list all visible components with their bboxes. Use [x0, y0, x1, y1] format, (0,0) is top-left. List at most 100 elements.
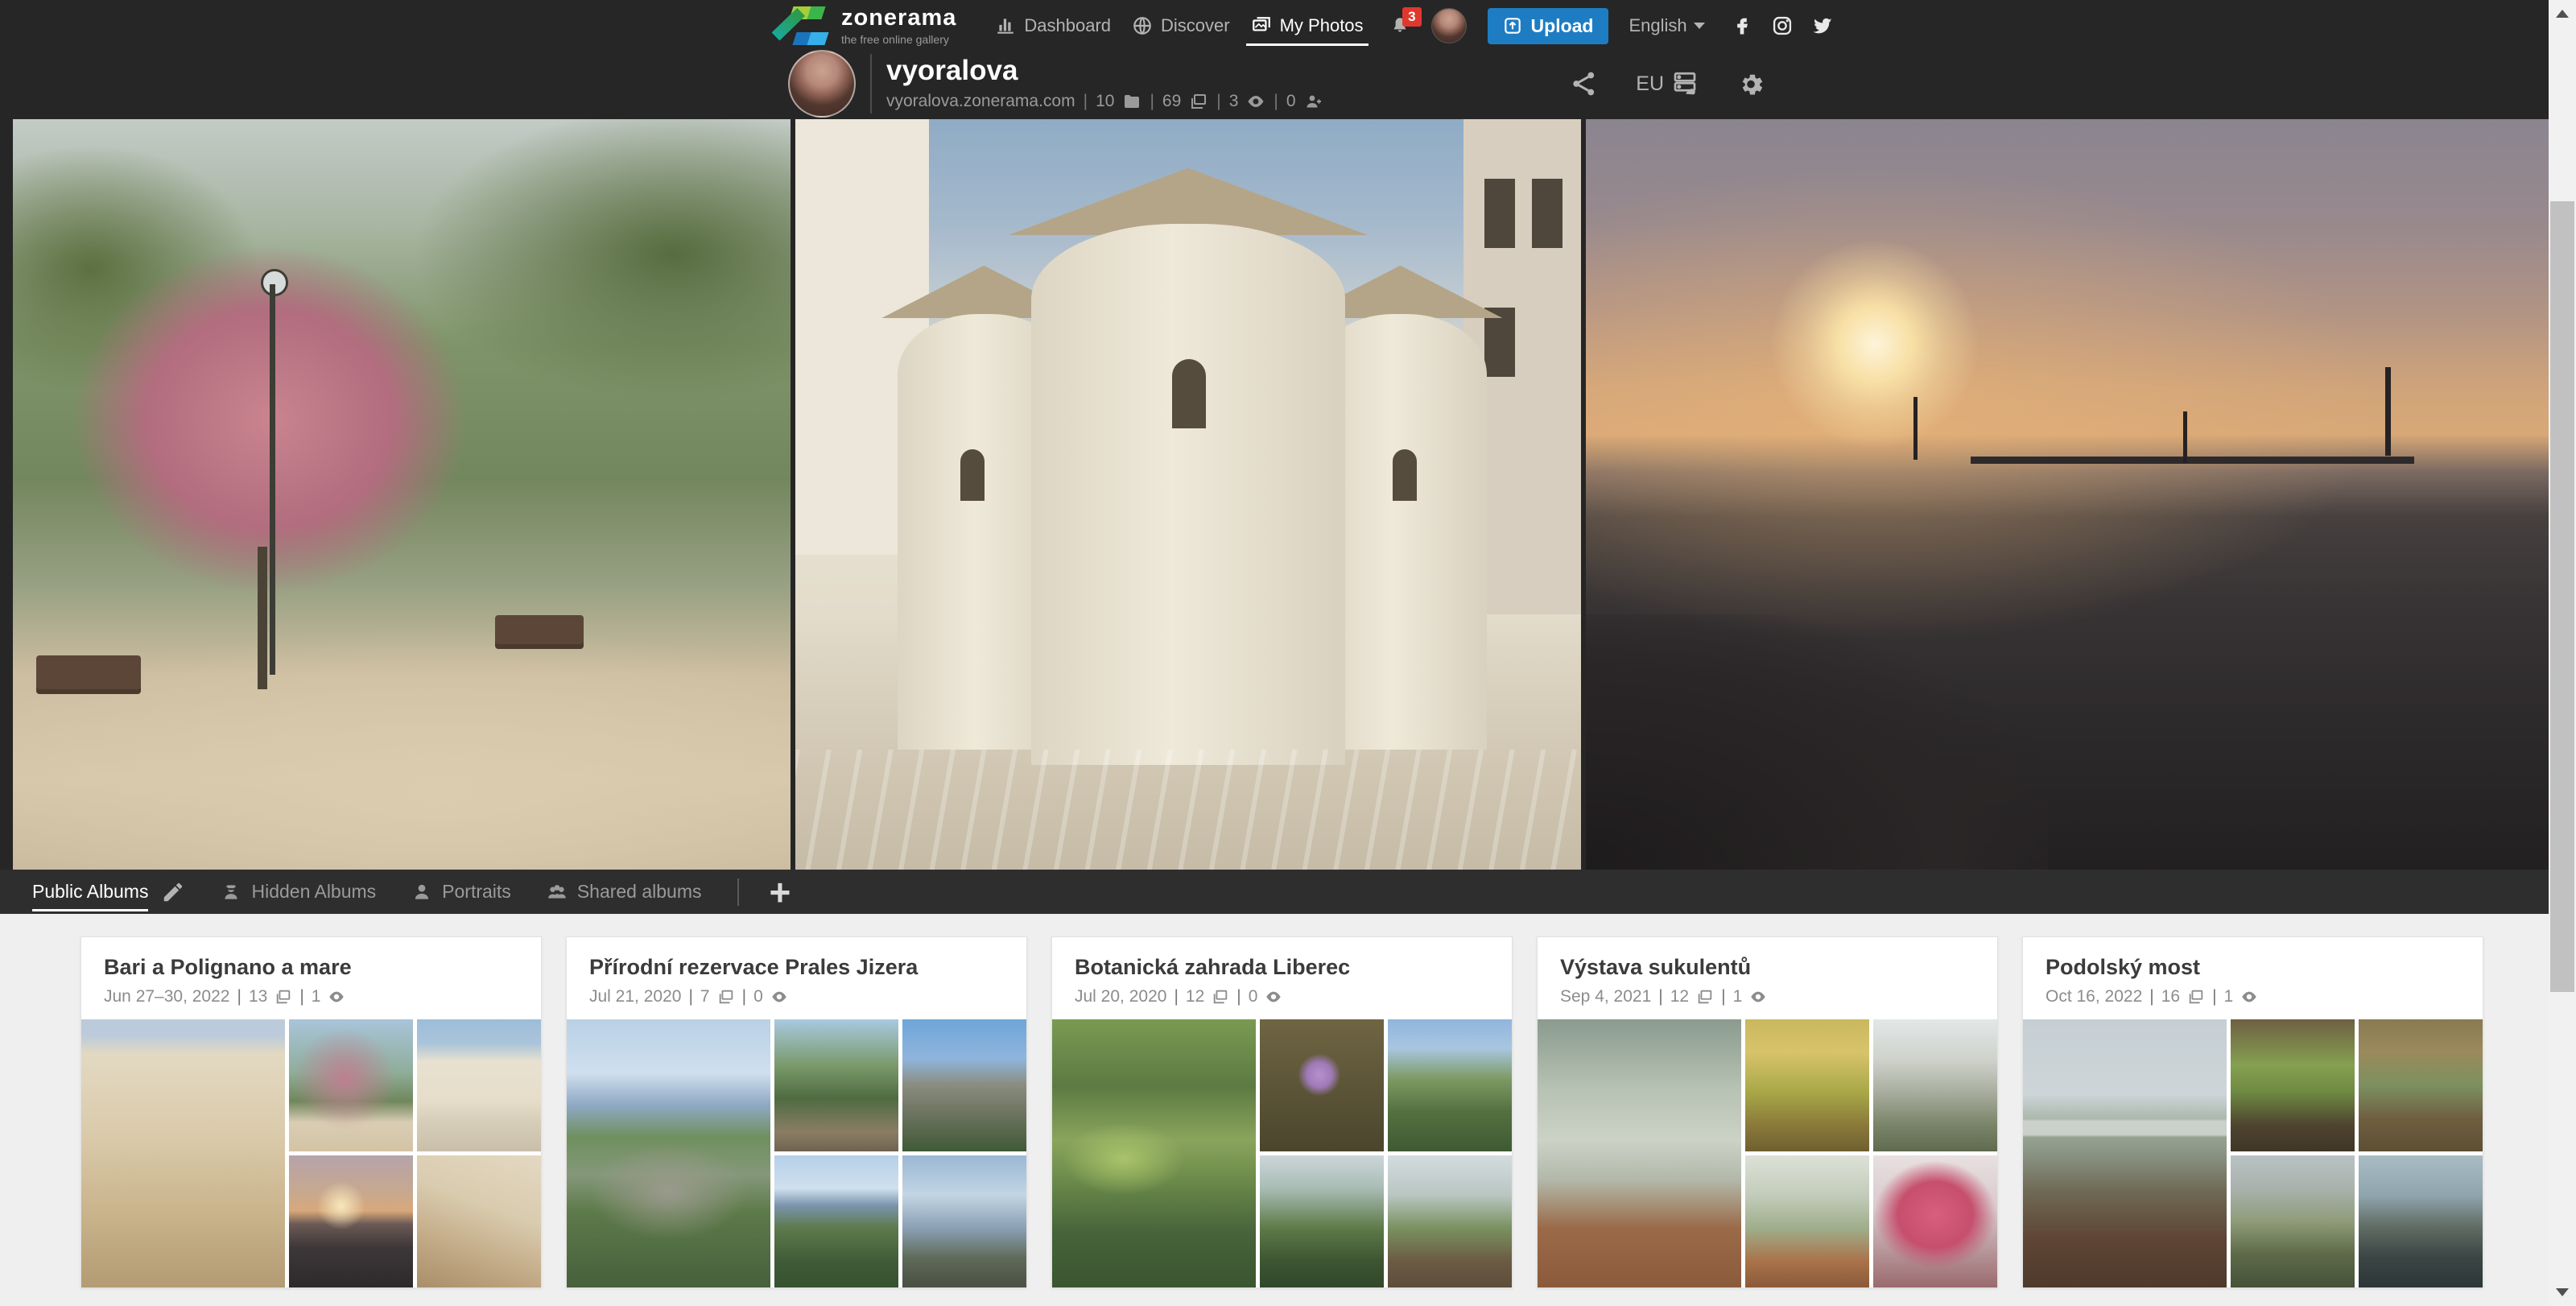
user-avatar-small[interactable]	[1431, 8, 1467, 43]
album-thumbnail[interactable]	[417, 1019, 541, 1151]
album-view-count: 1	[1733, 987, 1743, 1006]
pencil-icon[interactable]	[161, 880, 185, 904]
facebook-icon[interactable]	[1731, 14, 1753, 37]
tab-hidden-albums[interactable]: Hidden Albums	[221, 881, 376, 903]
album-thumbnail[interactable]	[1388, 1019, 1512, 1151]
tab-shared-albums[interactable]: Shared albums	[547, 881, 702, 903]
album-thumbnail[interactable]	[1260, 1019, 1384, 1151]
profile-stats: vyoralova.zonerama.com | 10 | 69 | 3 | 0	[886, 92, 1323, 111]
followers-count: 0	[1286, 92, 1296, 111]
region-indicator: EU	[1636, 69, 1699, 98]
album-view-count: 1	[2224, 987, 2234, 1006]
eye-icon	[2240, 988, 2258, 1006]
album-thumbnail[interactable]	[1052, 1019, 1256, 1287]
album-thumbnail[interactable]	[417, 1155, 541, 1287]
nav-my-photos[interactable]: My Photos	[1251, 15, 1364, 36]
zonerama-logo[interactable]: zonerama the free online gallery	[788, 5, 956, 47]
instagram-icon[interactable]	[1771, 14, 1794, 37]
nav-discover-label: Discover	[1161, 15, 1230, 36]
album-title[interactable]: Botanická zahrada Liberec	[1075, 955, 1489, 980]
photo-stack-icon	[275, 988, 292, 1006]
cover-photos	[0, 119, 2549, 870]
album-photo-count: 12	[1670, 987, 1689, 1006]
scroll-down-button[interactable]	[2549, 1279, 2576, 1306]
bench-shape	[36, 655, 141, 689]
tab-portraits-label: Portraits	[442, 881, 511, 903]
eye-icon	[1246, 92, 1265, 111]
add-album-button[interactable]: +	[770, 876, 791, 908]
notifications-button[interactable]: 3	[1389, 15, 1410, 36]
cover-photo-sunset-pier[interactable]	[1586, 119, 2549, 870]
brand-name: zonerama	[841, 6, 956, 30]
profile-avatar[interactable]	[788, 50, 856, 118]
header: zonerama the free online gallery Dashboa…	[0, 0, 2549, 119]
nav-discover[interactable]: Discover	[1132, 15, 1230, 36]
tab-hidden-albums-label: Hidden Albums	[251, 881, 376, 903]
album-view-count: 1	[312, 987, 321, 1006]
eye-icon	[1265, 988, 1282, 1006]
album-view-count: 0	[753, 987, 763, 1006]
notification-badge: 3	[1402, 7, 1421, 27]
album-title[interactable]: Bari a Polignano a mare	[104, 955, 518, 980]
scroll-up-button[interactable]	[2549, 0, 2576, 27]
scrollbar-thumb[interactable]	[2550, 201, 2574, 992]
album-thumbnail[interactable]	[567, 1019, 770, 1287]
album-collage	[1052, 1019, 1512, 1287]
album-thumbnail[interactable]	[1873, 1019, 1997, 1151]
album-thumbnail[interactable]	[81, 1019, 285, 1287]
album-card[interactable]: Přírodní rezervace Prales Jizera Jul 21,…	[566, 936, 1027, 1288]
album-thumbnail[interactable]	[2231, 1155, 2355, 1287]
share-icon[interactable]	[1570, 69, 1599, 98]
album-thumbnail[interactable]	[2359, 1155, 2483, 1287]
album-title[interactable]: Výstava sukulentů	[1560, 955, 1975, 980]
album-thumbnail[interactable]	[289, 1019, 413, 1151]
language-selector[interactable]: English	[1629, 15, 1705, 36]
album-title[interactable]: Podolský most	[2046, 955, 2460, 980]
tabs-divider	[737, 878, 739, 906]
album-thumbnail[interactable]	[2231, 1019, 2355, 1151]
album-title[interactable]: Přírodní rezervace Prales Jizera	[589, 955, 1004, 980]
album-photo-count: 7	[700, 987, 710, 1006]
album-thumbnail[interactable]	[1538, 1019, 1741, 1287]
cover-photo-white-church[interactable]	[795, 119, 1581, 870]
album-card[interactable]: Botanická zahrada Liberec Jul 20, 2020 |…	[1051, 936, 1513, 1288]
album-card[interactable]: Podolský most Oct 16, 2022 | 16 | 1	[2022, 936, 2483, 1288]
tab-portraits[interactable]: Portraits	[411, 881, 511, 903]
zonerama-logo-icon	[788, 5, 830, 47]
social-links	[1731, 14, 1834, 37]
album-thumbnail[interactable]	[1388, 1155, 1512, 1287]
gear-icon[interactable]	[1736, 69, 1765, 98]
album-card[interactable]: Bari a Polignano a mare Jun 27–30, 2022 …	[80, 936, 542, 1288]
album-thumbnail[interactable]	[1873, 1155, 1997, 1287]
album-date: Sep 4, 2021	[1560, 987, 1651, 1006]
album-grid: Bari a Polignano a mare Jun 27–30, 2022 …	[0, 914, 2549, 1306]
album-thumbnail[interactable]	[289, 1155, 413, 1287]
album-date: Jun 27–30, 2022	[104, 987, 229, 1006]
upload-button[interactable]: Upload	[1488, 8, 1608, 44]
twitter-icon[interactable]	[1811, 14, 1834, 37]
nav-my-photos-label: My Photos	[1280, 15, 1364, 36]
tab-shared-albums-label: Shared albums	[577, 881, 702, 903]
tab-public-albums[interactable]: Public Albums	[32, 881, 148, 903]
album-thumbnail[interactable]	[774, 1155, 898, 1287]
vertical-scrollbar[interactable]	[2549, 0, 2576, 1306]
album-thumbnail[interactable]	[902, 1155, 1026, 1287]
album-thumbnail[interactable]	[2023, 1019, 2227, 1287]
album-thumbnail[interactable]	[1745, 1155, 1869, 1287]
photo-stack-icon	[1189, 92, 1208, 111]
nav-dashboard[interactable]: Dashboard	[995, 15, 1111, 36]
album-thumbnail[interactable]	[1745, 1019, 1869, 1151]
album-thumbnail[interactable]	[2359, 1019, 2483, 1151]
album-thumbnail[interactable]	[774, 1019, 898, 1151]
album-card[interactable]: Výstava sukulentů Sep 4, 2021 | 12 | 1	[1537, 936, 1998, 1288]
profile-url[interactable]: vyoralova.zonerama.com	[886, 92, 1075, 111]
cover-photo-flowering-tree[interactable]	[13, 119, 791, 870]
album-thumbnail[interactable]	[1260, 1155, 1384, 1287]
albums-count: 10	[1096, 92, 1114, 111]
profile-username: vyoralova	[886, 56, 1323, 86]
tab-public-albums-label: Public Albums	[32, 881, 148, 903]
album-meta: Jul 21, 2020 | 7 | 0	[589, 987, 1004, 1006]
person-plus-icon	[1304, 92, 1323, 111]
views-count: 3	[1229, 92, 1239, 111]
album-thumbnail[interactable]	[902, 1019, 1026, 1151]
